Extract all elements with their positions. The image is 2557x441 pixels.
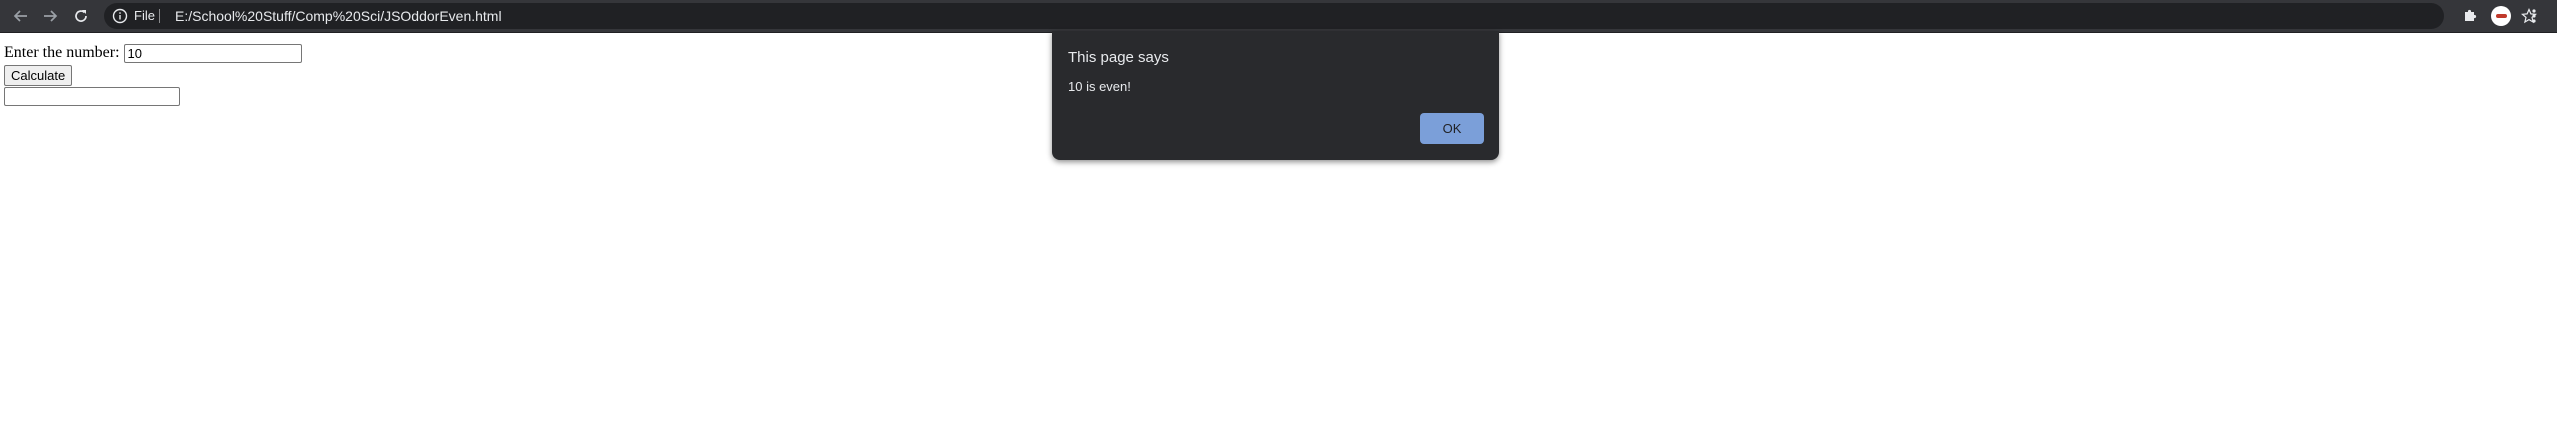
avatar-mark (2495, 14, 2507, 18)
dialog-message: 10 is even! (1068, 79, 1131, 94)
number-row: Enter the number: (4, 42, 302, 64)
calculate-button[interactable]: Calculate (4, 65, 73, 86)
kebab-menu-icon (2532, 9, 2536, 23)
reload-button[interactable] (66, 0, 96, 32)
back-arrow-icon (13, 10, 27, 22)
alert-dialog: This page says 10 is even! OK (1052, 31, 1499, 160)
profile-avatar[interactable] (2491, 6, 2511, 26)
number-prompt-label: Enter the number: (4, 44, 120, 61)
info-icon[interactable] (112, 8, 128, 24)
forward-button[interactable] (35, 0, 65, 32)
page-content: Enter the number: Calculate (4, 42, 302, 106)
url-text[interactable]: E:/School%20Stuff/Comp%20Sci/JSOddorEven… (175, 3, 502, 29)
browser-menu-button[interactable] (2527, 5, 2541, 27)
number-input[interactable] (123, 43, 302, 63)
ok-button[interactable]: OK (1420, 113, 1484, 144)
file-scheme-label: File (134, 8, 155, 23)
forward-arrow-icon (44, 10, 58, 22)
extensions-button[interactable] (2459, 5, 2481, 27)
address-divider (159, 9, 160, 23)
reload-icon (75, 10, 87, 22)
back-button[interactable] (6, 0, 36, 32)
result-field[interactable] (4, 87, 180, 106)
dialog-title: This page says (1068, 49, 1169, 66)
browser-toolbar: File E:/School%20Stuff/Comp%20Sci/JSOddo… (0, 0, 2557, 33)
extensions-puzzle-icon (2465, 9, 2477, 21)
address-bar[interactable]: File E:/School%20Stuff/Comp%20Sci/JSOddo… (104, 3, 2537, 29)
